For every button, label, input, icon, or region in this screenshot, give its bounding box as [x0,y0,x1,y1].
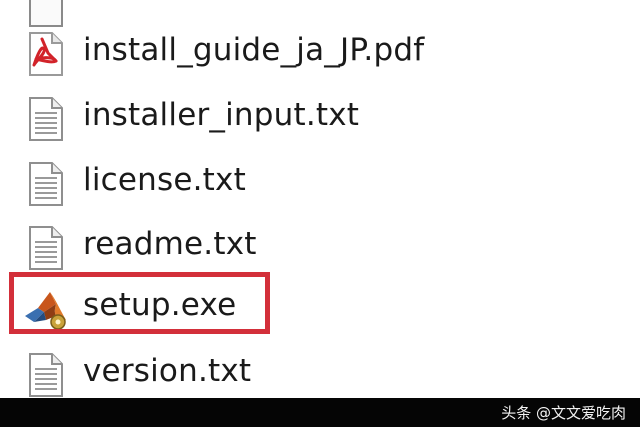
file-list: install_guide_ja_JP.pdf installer_input.… [0,0,640,398]
text-file-icon [22,352,68,398]
text-file-icon [22,225,68,271]
file-name: readme.txt [83,226,257,262]
pdf-icon [22,31,68,77]
list-item-readme[interactable]: readme.txt [0,211,640,275]
watermark-bar: 头条 @文文爱吃肉 [0,398,640,427]
watermark-text: 头条 @文文爱吃肉 [501,404,626,422]
matlab-installer-icon [22,286,68,332]
file-name: version.txt [83,353,252,389]
list-item-setup[interactable]: setup.exe [0,272,640,336]
file-name: installer_input.txt [83,97,360,133]
file-name: license.txt [83,162,246,198]
list-item-version[interactable]: version.txt [0,338,640,402]
list-item-license[interactable]: license.txt [0,147,640,211]
file-name: install_guide_ja_JP.pdf [83,32,425,68]
list-item-install-guide[interactable]: install_guide_ja_JP.pdf [0,17,640,81]
file-name: setup.exe [83,287,237,323]
screenshot-viewport: install_guide_ja_JP.pdf installer_input.… [0,0,640,427]
list-item-installer-input[interactable]: installer_input.txt [0,82,640,146]
text-file-icon [22,96,68,142]
text-file-icon [22,161,68,207]
